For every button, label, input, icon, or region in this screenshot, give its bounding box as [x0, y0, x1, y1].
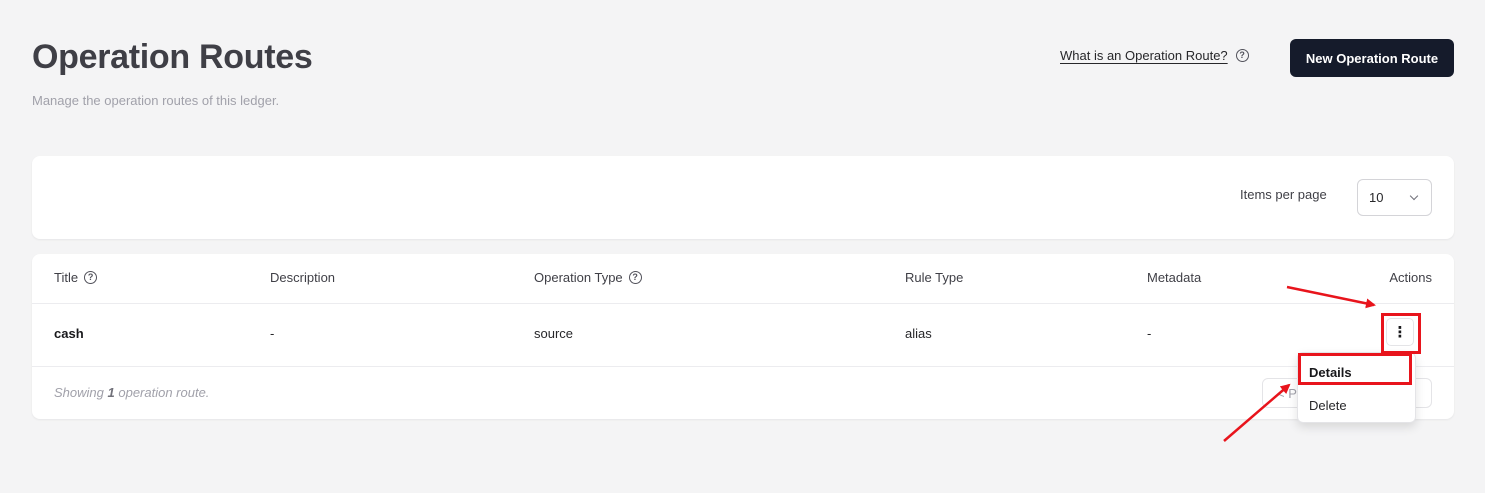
- menu-item-delete[interactable]: Delete: [1298, 390, 1415, 420]
- row-actions-menu: Details Delete: [1297, 352, 1416, 423]
- column-header-description: Description: [270, 270, 336, 285]
- help-link[interactable]: What is an Operation Route? ?: [1060, 48, 1249, 63]
- help-circle-icon[interactable]: ?: [84, 271, 98, 284]
- row-actions-button[interactable]: ⋮: [1386, 318, 1414, 346]
- help-circle-icon: ?: [1235, 49, 1249, 62]
- row-divider: [32, 366, 1454, 367]
- page-title: Operation Routes: [32, 38, 313, 76]
- new-operation-route-button[interactable]: New Operation Route: [1290, 39, 1454, 77]
- cell-operation-type: source: [534, 326, 574, 341]
- table-footer-count: Showing 1 operation route.: [54, 385, 210, 400]
- items-per-page-select[interactable]: 10: [1357, 179, 1432, 216]
- filter-card: Items per page 10: [32, 156, 1454, 239]
- operation-routes-table: Title ? Description Operation Type ? Rul…: [32, 254, 1454, 419]
- cell-title: cash: [54, 326, 84, 341]
- help-circle-icon[interactable]: ?: [628, 271, 642, 284]
- pagination-label[interactable]: < P: [1277, 386, 1297, 401]
- column-header-metadata: Metadata: [1147, 270, 1202, 285]
- column-header-operation-type: Operation Type ?: [534, 270, 642, 285]
- more-vertical-icon: ⋮: [1392, 324, 1408, 341]
- menu-item-details[interactable]: Details: [1298, 357, 1415, 387]
- column-header-rule-type: Rule Type: [905, 270, 964, 285]
- help-link-label[interactable]: What is an Operation Route?: [1060, 48, 1228, 63]
- chevron-down-icon: [1409, 191, 1419, 201]
- header-divider: [32, 303, 1454, 304]
- cell-description: -: [270, 326, 275, 341]
- cell-metadata: -: [1147, 326, 1152, 341]
- cell-rule-type: alias: [905, 326, 932, 341]
- column-header-actions: Actions: [1389, 270, 1432, 285]
- items-per-page-label: Items per page: [1240, 187, 1327, 202]
- items-per-page-value: 10: [1369, 190, 1384, 205]
- column-header-title: Title ?: [54, 270, 98, 285]
- page-subtitle: Manage the operation routes of this ledg…: [32, 93, 280, 108]
